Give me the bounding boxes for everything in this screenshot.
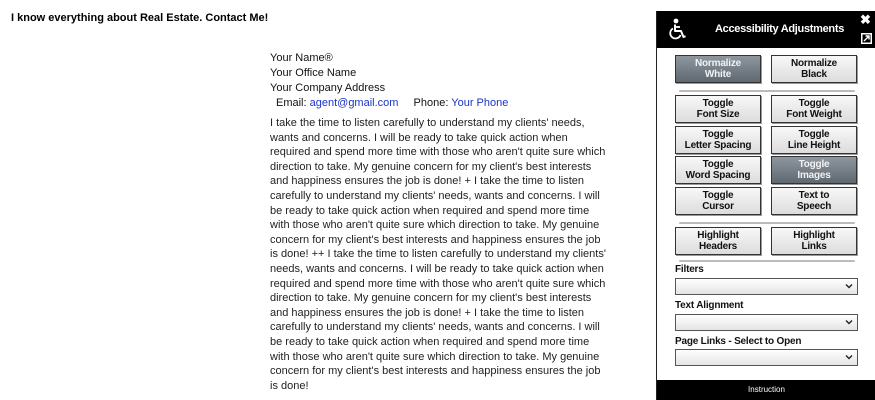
divider (679, 222, 855, 224)
office-name: Your Office Name (270, 67, 357, 79)
panel-body: Normalize White Normalize Black Toggle F… (657, 48, 875, 380)
close-icon[interactable]: ✖ (860, 13, 871, 26)
toggle-cursor-button[interactable]: Toggle Cursor (675, 187, 761, 215)
page-links-label: Page Links - Select to Open (675, 336, 802, 347)
chevron-down-icon (845, 320, 853, 325)
divider (679, 90, 855, 92)
highlight-headers-button[interactable]: Highlight Headers (675, 227, 761, 255)
chevron-down-icon (845, 284, 853, 289)
text-to-speech-button[interactable]: Text to Speech (771, 187, 857, 215)
toggle-line-height-button[interactable]: Toggle Line Height (771, 126, 857, 154)
toggle-images-button[interactable]: Toggle Images (771, 156, 857, 184)
filters-select[interactable] (675, 278, 858, 295)
page-tagline: I know everything about Real Estate. Con… (11, 12, 269, 24)
text-alignment-select[interactable] (675, 314, 858, 331)
text-alignment-label: Text Alignment (675, 300, 744, 311)
agent-bio: I take the time to listen carefully to u… (270, 117, 606, 392)
divider (679, 260, 855, 262)
company-address: Your Company Address (270, 82, 386, 94)
normalize-white-button[interactable]: Normalize White (675, 55, 761, 83)
filters-label: Filters (675, 264, 704, 275)
email-label: Email: (276, 97, 307, 109)
phone-link[interactable]: Your Phone (451, 97, 508, 109)
chevron-down-icon (845, 355, 853, 360)
popout-icon[interactable] (861, 33, 872, 44)
highlight-links-button[interactable]: Highlight Links (771, 227, 857, 255)
panel-title: Accessibility Adjustments (715, 23, 845, 35)
normalize-black-button[interactable]: Normalize Black (771, 55, 857, 83)
wheelchair-icon (669, 18, 686, 40)
phone-label: Phone: (413, 97, 449, 109)
toggle-word-spacing-button[interactable]: Toggle Word Spacing (675, 156, 761, 184)
page-links-select[interactable] (675, 349, 858, 366)
toggle-font-size-button[interactable]: Toggle Font Size (675, 95, 761, 123)
toggle-letter-spacing-button[interactable]: Toggle Letter Spacing (675, 126, 761, 154)
panel-header: Accessibility Adjustments ✖ (657, 11, 875, 48)
contact-line: Email: agent@gmail.com Phone: Your Phone (270, 96, 508, 111)
email-link[interactable]: agent@gmail.com (310, 97, 399, 109)
accessibility-panel: Accessibility Adjustments ✖ Normalize Wh… (656, 11, 875, 400)
contact-block: Your Name® Your Office Name Your Company… (270, 51, 508, 111)
agent-name: Your Name® (270, 52, 333, 64)
instruction-link[interactable]: Instruction (657, 380, 875, 400)
toggle-font-weight-button[interactable]: Toggle Font Weight (771, 95, 857, 123)
